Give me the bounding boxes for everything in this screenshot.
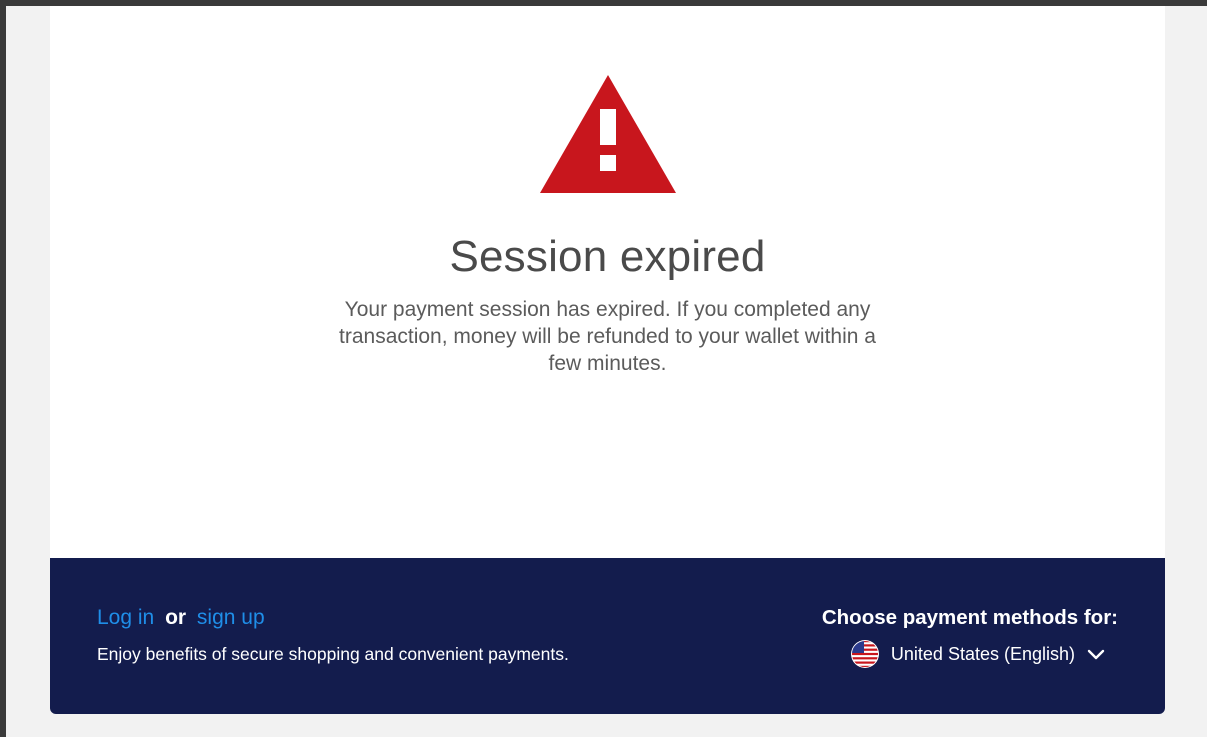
account-footer: Log in or sign up Enjoy benefits of secu…	[50, 558, 1165, 714]
signup-link[interactable]: sign up	[197, 606, 265, 629]
expiry-message: Your payment session has expired. If you…	[339, 298, 876, 375]
us-flag-icon	[850, 640, 879, 668]
warning-triangle-icon	[540, 75, 676, 193]
benefits-text: Enjoy benefits of secure shopping and co…	[97, 644, 569, 664]
window-left-border	[0, 0, 6, 737]
payment-session-card: Session expired Your payment session has…	[50, 6, 1165, 714]
login-signup-line: Log in or sign up	[97, 606, 265, 630]
country-selector[interactable]: United States (English)	[850, 640, 1105, 668]
chevron-down-icon	[1087, 649, 1105, 660]
country-label: United States (English)	[890, 643, 1075, 664]
or-label: or	[165, 606, 187, 629]
payment-methods-label: Choose payment methods for:	[821, 606, 1118, 629]
login-link[interactable]: Log in	[97, 606, 154, 629]
page-title: Session expired	[449, 232, 766, 281]
